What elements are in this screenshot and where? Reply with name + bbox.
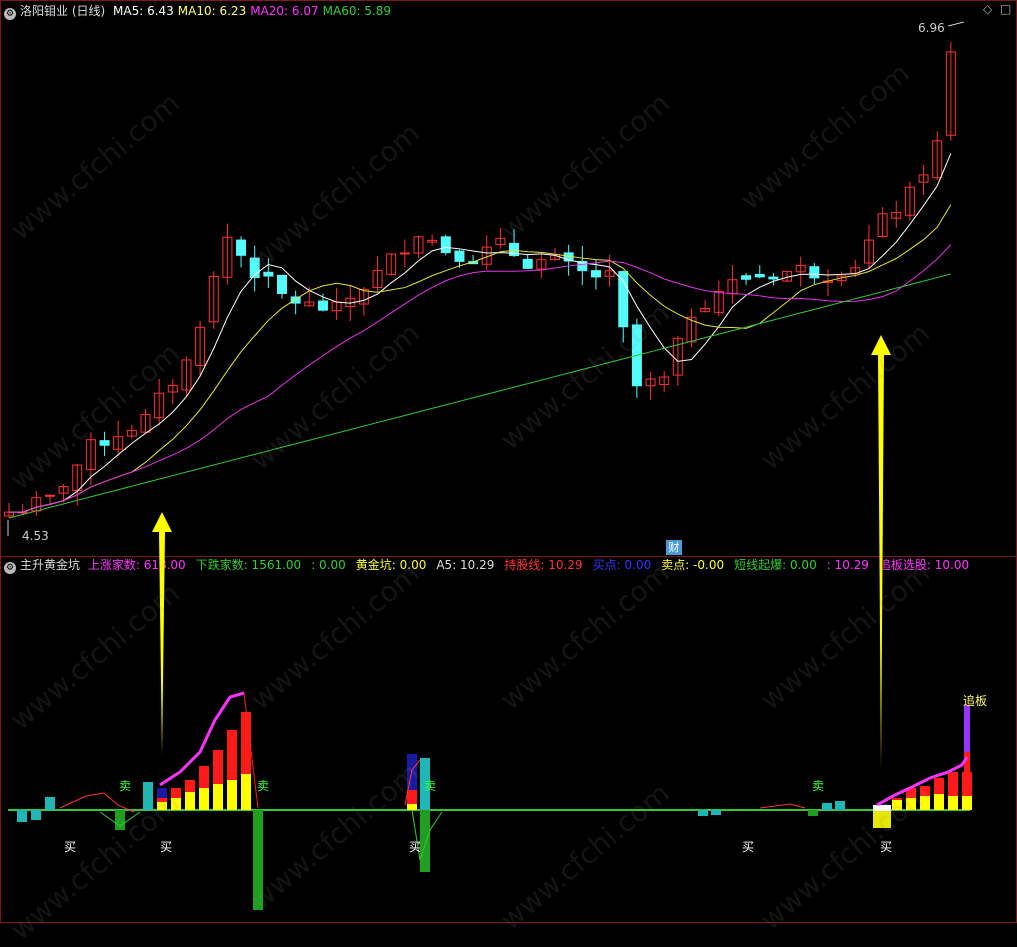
red-bar bbox=[948, 772, 958, 796]
buy-signal: 买 bbox=[880, 840, 893, 854]
indicator-bar bbox=[420, 810, 430, 872]
yellow-bar bbox=[157, 802, 167, 810]
candle-body bbox=[440, 236, 451, 254]
yellow-bar bbox=[906, 798, 916, 810]
red-bar bbox=[171, 788, 181, 798]
sell-signal: 卖 bbox=[257, 779, 270, 793]
candle-body bbox=[809, 266, 820, 279]
high-price-pointer bbox=[947, 21, 965, 27]
buy-arrow-right bbox=[871, 335, 891, 770]
ma10-line bbox=[8, 204, 952, 513]
high-price-label: 6.96 bbox=[918, 21, 945, 35]
indicator-bar bbox=[835, 801, 845, 810]
ma20-line bbox=[8, 244, 952, 513]
yellow-bar bbox=[920, 796, 930, 810]
red-bar bbox=[934, 778, 944, 794]
white-bar bbox=[873, 805, 891, 811]
indicator-bar bbox=[808, 810, 818, 816]
candle-body bbox=[99, 440, 110, 446]
candle-body bbox=[618, 271, 629, 328]
red-bar bbox=[920, 786, 930, 796]
candle-body bbox=[768, 276, 779, 280]
sell-signal: 卖 bbox=[424, 779, 437, 793]
indicator-bar bbox=[17, 810, 27, 822]
yellow-bar bbox=[199, 788, 209, 810]
red-bar bbox=[892, 798, 902, 800]
sell-signal: 卖 bbox=[812, 779, 825, 793]
red-bar bbox=[157, 798, 167, 802]
candle-body bbox=[263, 271, 274, 277]
red-bar bbox=[213, 750, 223, 784]
buy-signal: 买 bbox=[160, 840, 173, 854]
candle-body bbox=[454, 250, 465, 262]
candle-body bbox=[522, 258, 533, 269]
indicator-bar bbox=[822, 803, 832, 810]
candle-body bbox=[236, 239, 247, 256]
red-bar bbox=[227, 730, 237, 780]
candle-body bbox=[741, 275, 752, 280]
yellow-bar bbox=[892, 800, 902, 810]
yellow-bar bbox=[227, 780, 237, 810]
chase-purple-bar bbox=[964, 705, 970, 752]
indicator-bar bbox=[31, 810, 41, 820]
indicator-bar bbox=[115, 810, 125, 830]
candle-body bbox=[317, 300, 328, 311]
buy-arrow-left bbox=[152, 512, 172, 755]
candle-body bbox=[754, 273, 765, 278]
yellow-bar bbox=[934, 794, 944, 810]
candle-body bbox=[290, 296, 301, 304]
red-bar bbox=[185, 780, 195, 792]
yellow-bar bbox=[185, 792, 195, 810]
candle-body bbox=[44, 494, 55, 497]
indicator-bar bbox=[253, 810, 263, 910]
candle-body bbox=[277, 274, 287, 294]
yellow-bar bbox=[407, 804, 417, 810]
candle-body bbox=[399, 252, 410, 255]
yellow-bar bbox=[241, 774, 251, 810]
red-bar bbox=[407, 790, 417, 804]
yellow-bar bbox=[213, 784, 223, 810]
chase-board-signal: 追板 bbox=[963, 694, 988, 708]
blue-bar bbox=[157, 788, 167, 798]
indicator-bar bbox=[143, 782, 153, 810]
financial-report-marker[interactable]: 财 bbox=[666, 540, 682, 555]
buy-signal: 买 bbox=[409, 840, 422, 854]
buy-signal: 买 bbox=[742, 840, 755, 854]
low-price-label: 4.53 bbox=[22, 529, 49, 543]
indicator-bar bbox=[45, 797, 55, 810]
buy-signal: 买 bbox=[64, 840, 77, 854]
yellow-neg-bar bbox=[873, 811, 891, 828]
yellow-bar bbox=[948, 796, 958, 810]
candle-body bbox=[590, 270, 601, 278]
red-curve-right bbox=[759, 803, 806, 809]
sell-signal: 卖 bbox=[119, 779, 132, 793]
yellow-bar bbox=[171, 798, 181, 810]
indicator-bar bbox=[711, 810, 721, 815]
kline-chart[interactable]: 6.96 4.53 bbox=[0, 0, 1017, 923]
red-bar bbox=[199, 766, 209, 788]
ma60-line bbox=[8, 273, 951, 519]
indicator-bar bbox=[698, 810, 708, 816]
yellow-bar bbox=[962, 796, 972, 810]
red-bar bbox=[241, 712, 251, 774]
